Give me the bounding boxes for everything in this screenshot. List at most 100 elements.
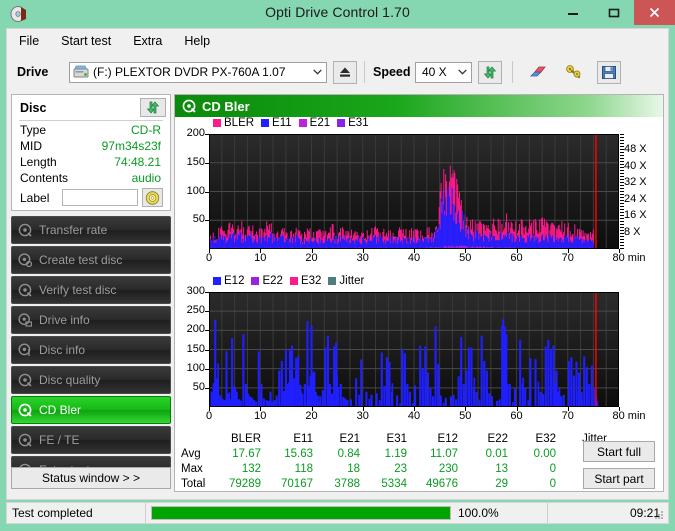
time-cell: 09:21	[547, 503, 668, 523]
progress-percent: 100.0%	[458, 506, 499, 520]
cd-icon-button[interactable]	[142, 188, 163, 207]
x-axis-tick-mark	[619, 407, 620, 411]
x-axis-tick-mark	[619, 249, 620, 253]
y-axis-tick: 50	[192, 380, 205, 393]
refresh-speed-button[interactable]	[478, 60, 502, 84]
left-panel: Disc Type CD-R MID 97m34s23f Length 74:4…	[11, 94, 171, 492]
legend-label: E32	[300, 275, 322, 287]
maximize-button[interactable]	[593, 0, 634, 25]
stats-cell: 11.07	[430, 448, 458, 460]
sidebar-item-label: Transfer rate	[39, 223, 108, 237]
x-axis-tick: 50	[459, 410, 472, 422]
legend-item: E21	[298, 117, 330, 129]
disc-label-input[interactable]	[62, 189, 138, 206]
x-axis-tick: 10	[254, 252, 267, 264]
drive-select-value: (F:) PLEXTOR DVDR PX-760A 1.07	[93, 65, 286, 79]
status-bar: Test completed 100.0% 09:21	[6, 502, 669, 524]
legend-item: E11	[261, 117, 292, 129]
menu-help[interactable]: Help	[184, 34, 210, 48]
y-axis-tick-mark	[205, 292, 209, 293]
chart-legend: BLER E11 E21 E31	[213, 117, 376, 129]
charts-area: BLER E11 E21 E31 50 100 150 200 0 10 20 30 40 50 60 70 8…	[175, 117, 663, 429]
sidebar-item-verify-test-disc[interactable]: Verify test disc	[11, 276, 171, 304]
right-axis-tick: 24 X	[624, 192, 647, 205]
toolbar: Drive (F:) PLEXTOR DVDR PX-760A 1.07 Spe…	[7, 53, 668, 91]
tools-button[interactable]	[561, 60, 587, 84]
x-axis-tick: 30	[356, 252, 369, 264]
y-axis-tick-mark	[205, 311, 209, 313]
disc-properties: Type CD-R MID 97m34s23f Length 74:48.21 …	[12, 122, 170, 186]
close-button[interactable]	[634, 0, 675, 25]
sidebar-item-label: FE / TE	[39, 433, 80, 447]
save-button[interactable]	[597, 60, 621, 84]
content-panel: CD Bler BLER E11 E21 E31 50 100 150 200 0 10 20 30 4…	[174, 94, 664, 492]
legend-item: E31	[337, 117, 369, 129]
divider	[19, 120, 163, 121]
speed-select[interactable]: 40 X	[415, 61, 472, 83]
right-axis-tick: 8 X	[624, 225, 641, 238]
sidebar-item-disc-info[interactable]: Disc info	[11, 336, 171, 364]
x-axis-tick: 0	[205, 410, 213, 422]
sidebar-item-label: CD Bler	[39, 403, 82, 417]
minimize-button[interactable]	[552, 0, 593, 25]
eject-button[interactable]	[333, 60, 357, 84]
status-window-button[interactable]: Status window > >	[11, 467, 171, 489]
chevron-down-icon	[309, 62, 326, 82]
stats-cell: 17.67	[232, 448, 261, 460]
legend-item: BLER	[213, 117, 254, 129]
sidebar-nav: Transfer rate Create test disc Verify te…	[11, 216, 171, 486]
disc-property-value: audio	[131, 171, 161, 185]
legend-swatch	[337, 119, 346, 127]
disc-property-key: Contents	[20, 171, 69, 185]
disc-panel-header: Disc	[12, 95, 170, 120]
progress-cell: 100.0%	[145, 503, 547, 523]
x-axis-tick: 50	[459, 252, 472, 264]
sidebar-item-disc-quality[interactable]: Disc quality	[11, 366, 171, 394]
right-axis-tick: 32 X	[624, 176, 647, 189]
sidebar-item-cd-bler[interactable]: CD Bler	[11, 396, 171, 424]
menu-file[interactable]: File	[19, 34, 39, 48]
x-axis-tick: 40	[407, 252, 421, 264]
content-title: CD Bler	[202, 98, 250, 114]
legend-swatch	[289, 277, 298, 285]
disc-refresh-button[interactable]	[140, 98, 166, 117]
plot-area	[209, 134, 619, 249]
x-axis-tick: 40	[407, 410, 421, 422]
resize-grip[interactable]	[653, 508, 665, 520]
x-axis-tick: 80 min	[612, 252, 646, 264]
x-axis-tick: 70	[561, 252, 574, 264]
stats-column-header: BLER	[230, 433, 261, 445]
speed-select-value: 40 X	[422, 65, 447, 79]
stats-cell: 13	[495, 463, 508, 475]
elapsed-time: 09:21	[629, 506, 660, 520]
disc-icon	[12, 403, 38, 417]
start-full-button[interactable]: Start full	[583, 441, 655, 462]
stats-cell: 5334	[381, 478, 407, 490]
stats-cell: 70167	[281, 478, 313, 490]
menu-start-test[interactable]: Start test	[61, 34, 111, 48]
y-axis-tick-mark	[205, 387, 209, 389]
sidebar-item-drive-info[interactable]: Drive info	[11, 306, 171, 334]
eraser-button[interactable]	[525, 60, 551, 84]
legend-label: Jitter	[339, 275, 365, 287]
x-axis-tick-mark	[414, 249, 415, 253]
sidebar-item-create-test-disc[interactable]: Create test disc	[11, 246, 171, 274]
sidebar-item-fe-te[interactable]: FE / TE	[11, 426, 171, 454]
x-axis-tick-mark	[311, 407, 313, 411]
x-axis-tick: 20	[305, 252, 318, 264]
stats-cell: 18	[347, 463, 360, 475]
disc-label-row: Label	[20, 188, 164, 207]
x-axis-tick-mark	[209, 249, 210, 253]
x-axis-tick-mark	[465, 249, 467, 253]
y-axis-tick: 100	[186, 361, 205, 374]
start-part-button[interactable]: Start part	[583, 468, 655, 489]
menu-extra[interactable]: Extra	[133, 34, 162, 48]
disc-icon	[12, 373, 38, 387]
stats-cell: 29	[495, 478, 508, 490]
sidebar-item-transfer-rate[interactable]: Transfer rate	[11, 216, 171, 244]
disc-label-caption: Label	[20, 190, 50, 205]
stats-cell: 0.00	[533, 448, 556, 460]
drive-select[interactable]: (F:) PLEXTOR DVDR PX-760A 1.07	[69, 61, 327, 83]
legend-label: BLER	[224, 117, 255, 129]
disc-property-value: 74:48.21	[114, 155, 161, 169]
